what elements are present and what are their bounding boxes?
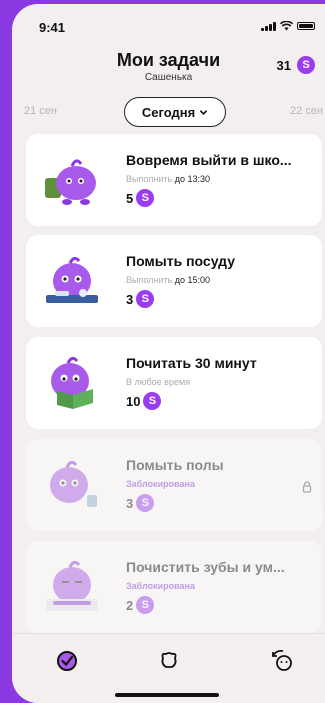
date-selector-label: Сегодня <box>141 104 196 120</box>
task-card[interactable]: Помыть посуду Выполнить до 15:00 3 S <box>26 235 322 327</box>
task-reward-value: 5 <box>126 190 134 206</box>
rewards-refresh-icon[interactable] <box>270 648 296 674</box>
task-title: Почистить зубы и ум... <box>126 559 285 575</box>
home-indicator <box>115 693 219 697</box>
task-title: Почитать 30 минут <box>126 355 257 371</box>
coin-icon: S <box>143 392 162 410</box>
task-reward: 3 S <box>126 290 155 308</box>
mascot-school-icon <box>45 159 96 205</box>
lock-icon <box>302 481 312 493</box>
task-reward: 2 S <box>126 596 155 614</box>
task-reward-value: 3 <box>126 291 134 307</box>
status-time: 9:41 <box>39 20 66 35</box>
task-reward: 3 S <box>126 494 155 512</box>
task-reward: 10 S <box>126 392 162 410</box>
battery-icon <box>297 22 315 30</box>
task-card-locked[interactable]: Помыть полы Заблокирована 3 S <box>26 439 322 531</box>
coin-icon: S <box>297 56 315 74</box>
status-icons <box>261 21 315 31</box>
task-reward: 5 S <box>126 189 155 207</box>
tasks-check-icon[interactable] <box>54 648 80 674</box>
status-bar: 9:41 <box>12 4 325 44</box>
chevron-down-icon <box>200 109 208 115</box>
mascot-toothbrush-icon <box>46 560 98 611</box>
task-reward-value: 10 <box>126 393 141 409</box>
task-deadline: В любое время <box>126 377 191 387</box>
wifi-icon <box>280 21 293 31</box>
coin-balance[interactable]: 31 S <box>277 56 315 74</box>
task-status: Заблокирована <box>126 479 195 489</box>
task-deadline: Выполнить до 13:30 <box>126 174 211 184</box>
signal-icon <box>261 21 276 31</box>
date-prev[interactable]: 21 сен <box>24 105 57 117</box>
task-title: Помыть посуду <box>126 253 235 269</box>
date-next[interactable]: 22 сен <box>290 105 323 117</box>
coin-icon: S <box>136 494 155 512</box>
app-screen: 9:41 Мои задачи Сашенька 31 S 21 сен Сег… <box>12 4 325 703</box>
task-title: Помыть полы <box>126 457 224 473</box>
coin-icon: S <box>136 290 155 308</box>
coin-icon: S <box>136 189 155 207</box>
task-card-locked[interactable]: Почистить зубы и ум... Заблокирована 2 S <box>26 541 322 633</box>
task-status: Заблокирована <box>126 581 195 591</box>
coin-icon: S <box>136 596 155 614</box>
mascot-dishes-icon <box>46 256 98 303</box>
task-reward-value: 2 <box>126 597 134 613</box>
task-card[interactable]: Почитать 30 минут В любое время 10 S <box>26 337 322 429</box>
pet-icon[interactable] <box>156 648 182 674</box>
task-deadline: Выполнить до 15:00 <box>126 275 211 285</box>
task-card[interactable]: Вовремя выйти в шко... Выполнить до 13:3… <box>26 134 322 226</box>
mascot-mopping-icon <box>50 460 97 507</box>
task-title: Вовремя выйти в шко... <box>126 152 292 168</box>
coin-balance-value: 31 <box>276 57 291 73</box>
date-selector[interactable]: Сегодня <box>124 97 226 127</box>
mascot-reading-icon <box>51 356 93 409</box>
task-reward-value: 3 <box>126 495 134 511</box>
